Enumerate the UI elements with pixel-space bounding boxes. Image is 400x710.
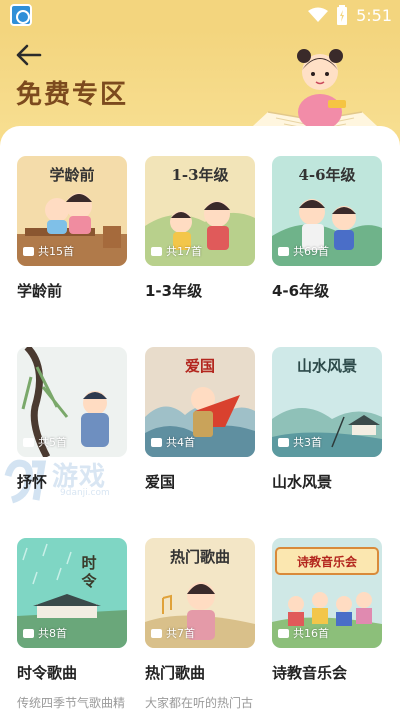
card-thumb-title: 诗教音乐会 xyxy=(296,555,357,569)
card-thumbnail[interactable]: 时令 共8首 xyxy=(17,538,127,648)
card-thumbnail[interactable]: 1-3年级 共17首 xyxy=(145,156,255,266)
song-count: 共17首 xyxy=(166,245,202,258)
song-count-badge: 共7首 xyxy=(151,625,195,641)
card-name: 学龄前 xyxy=(17,282,63,300)
card-name: 山水风景 xyxy=(272,473,333,491)
card-description: 传统四季节气歌曲精选 xyxy=(17,696,126,710)
song-count: 共69首 xyxy=(293,245,329,258)
category-card[interactable]: 爱国 共4首 爱国 xyxy=(145,347,255,492)
clock: 5:51 xyxy=(356,5,392,25)
folder-icon xyxy=(278,628,289,638)
song-count-badge: 共4首 xyxy=(151,434,195,450)
folder-icon xyxy=(278,246,289,256)
song-count: 共15首 xyxy=(38,245,74,258)
card-name: 抒怀 xyxy=(17,473,48,491)
card-name: 4-6年级 xyxy=(272,282,330,300)
folder-icon xyxy=(23,628,34,638)
category-card[interactable]: 时令 共8首 时令歌曲 传统四季节气歌曲精选 xyxy=(17,538,127,710)
song-count: 共16首 xyxy=(293,627,329,640)
card-thumb-title: 学龄前 xyxy=(49,166,95,184)
song-count: 共8首 xyxy=(38,627,67,640)
song-count: 共3首 xyxy=(293,436,322,449)
song-count-badge: 共5首 xyxy=(23,434,67,450)
song-count-badge: 共16首 xyxy=(278,625,329,641)
folder-icon xyxy=(23,437,34,447)
card-name: 热门歌曲 xyxy=(145,664,206,682)
page-header: 免费专区 xyxy=(0,30,400,138)
card-name: 1-3年级 xyxy=(145,282,203,300)
song-count-badge: 共15首 xyxy=(23,243,74,259)
folder-icon xyxy=(151,246,162,256)
card-description: 大家都在听的热门古诗词歌曲 xyxy=(145,696,254,710)
category-card[interactable]: 4-6年级 共69首 4-6年级 xyxy=(272,156,382,301)
song-count-badge: 共17首 xyxy=(151,243,202,259)
card-name: 诗教音乐会 xyxy=(272,664,348,682)
battery-icon xyxy=(337,5,348,25)
back-arrow-icon[interactable] xyxy=(14,42,44,68)
card-thumbnail[interactable]: 热门歌曲 共7首 xyxy=(145,538,255,648)
song-count: 共5首 xyxy=(38,436,67,449)
category-card[interactable]: 山水风景 共3首 山水风景 xyxy=(272,347,382,492)
card-thumb-title: 爱国 xyxy=(184,357,215,375)
song-count-badge: 共8首 xyxy=(23,625,67,641)
card-thumbnail[interactable]: 山水风景 共3首 xyxy=(272,347,382,457)
card-name: 时令歌曲 xyxy=(17,664,78,682)
content-panel: 游戏 9danji.com 学龄前 共15首 学龄前 1-3年级 共17首 1-… xyxy=(0,126,400,710)
app-notification-icon xyxy=(10,4,32,26)
card-name: 爱国 xyxy=(145,473,176,491)
page-title: 免费专区 xyxy=(16,80,129,110)
category-card[interactable]: 1-3年级 共17首 1-3年级 xyxy=(145,156,255,301)
card-thumb-title: 1-3年级 xyxy=(171,166,229,184)
category-card[interactable]: 学龄前 共15首 学龄前 xyxy=(17,156,127,301)
folder-icon xyxy=(23,246,34,256)
card-thumbnail[interactable]: 爱国 共4首 xyxy=(145,347,255,457)
category-card[interactable]: 诗教音乐会 共16首 诗教音乐会 xyxy=(272,538,382,683)
card-thumb-title: 热门歌曲 xyxy=(169,548,230,566)
card-thumbnail[interactable]: 共5首 xyxy=(17,347,127,457)
mascot-illustration xyxy=(240,49,390,138)
folder-icon xyxy=(278,437,289,447)
song-count: 共7首 xyxy=(166,627,195,640)
card-thumb-title: 山水风景 xyxy=(296,357,357,375)
folder-icon xyxy=(151,628,162,638)
song-count-badge: 共3首 xyxy=(278,434,322,450)
card-thumb-title: 4-6年级 xyxy=(298,166,356,184)
category-card[interactable]: 共5首 抒怀 xyxy=(17,347,127,492)
wifi-icon xyxy=(308,7,329,22)
card-thumbnail[interactable]: 学龄前 共15首 xyxy=(17,156,127,266)
song-count-badge: 共69首 xyxy=(278,243,329,259)
status-bar: 5:51 xyxy=(0,0,400,30)
category-card[interactable]: 热门歌曲 共7首 热门歌曲 大家都在听的热门古诗词歌曲 xyxy=(145,538,255,710)
song-count: 共4首 xyxy=(166,436,195,449)
card-thumbnail[interactable]: 诗教音乐会 共16首 xyxy=(272,538,382,648)
folder-icon xyxy=(151,437,162,447)
card-thumbnail[interactable]: 4-6年级 共69首 xyxy=(272,156,382,266)
card-thumb-title: 时令 xyxy=(81,554,97,590)
